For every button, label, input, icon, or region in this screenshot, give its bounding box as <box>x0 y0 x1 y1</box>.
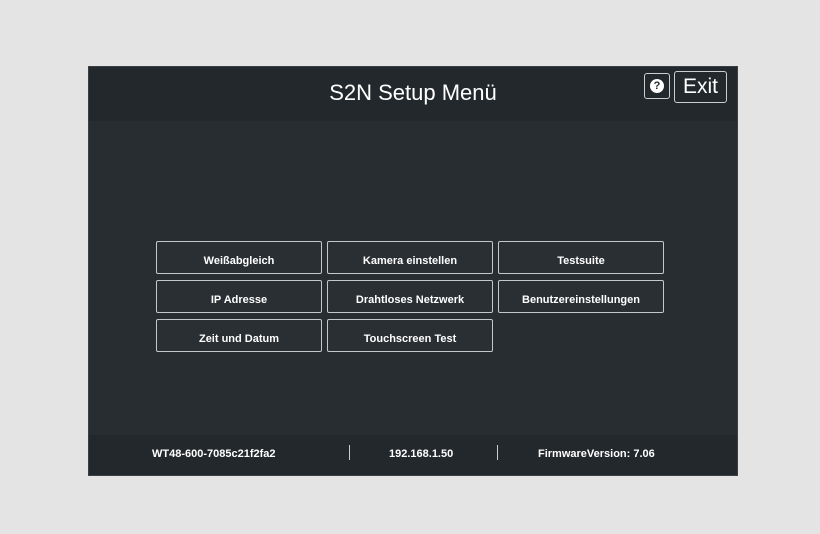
white-balance-button[interactable]: Weißabgleich <box>156 241 322 274</box>
touchscreen-test-button[interactable]: Touchscreen Test <box>327 319 493 352</box>
camera-settings-button[interactable]: Kamera einstellen <box>327 241 493 274</box>
header-bar: S2N Setup Menü ? Exit <box>89 67 737 121</box>
setup-screen: S2N Setup Menü ? Exit Weißabgleich Kamer… <box>88 66 738 476</box>
time-date-button[interactable]: Zeit und Datum <box>156 319 322 352</box>
page-title: S2N Setup Menü <box>329 80 497 105</box>
status-bar: WT48-600-7085c21f2fa2 192.168.1.50 Firmw… <box>89 435 737 475</box>
test-suite-button[interactable]: Testsuite <box>498 241 664 274</box>
ip-address-button[interactable]: IP Adresse <box>156 280 322 313</box>
user-settings-button[interactable]: Benutzereinstellungen <box>498 280 664 313</box>
help-icon: ? <box>650 79 664 93</box>
wireless-network-button[interactable]: Drahtloses Netzwerk <box>327 280 493 313</box>
exit-button[interactable]: Exit <box>674 71 727 103</box>
status-separator <box>349 445 350 460</box>
firmware-version: FirmwareVersion: 7.06 <box>538 448 655 460</box>
menu-grid: Weißabgleich Kamera einstellen Testsuite… <box>156 241 666 352</box>
ip-address-text: 192.168.1.50 <box>389 448 454 460</box>
help-button[interactable]: ? <box>644 73 670 99</box>
device-id: WT48-600-7085c21f2fa2 <box>152 448 276 460</box>
status-separator <box>497 445 498 460</box>
